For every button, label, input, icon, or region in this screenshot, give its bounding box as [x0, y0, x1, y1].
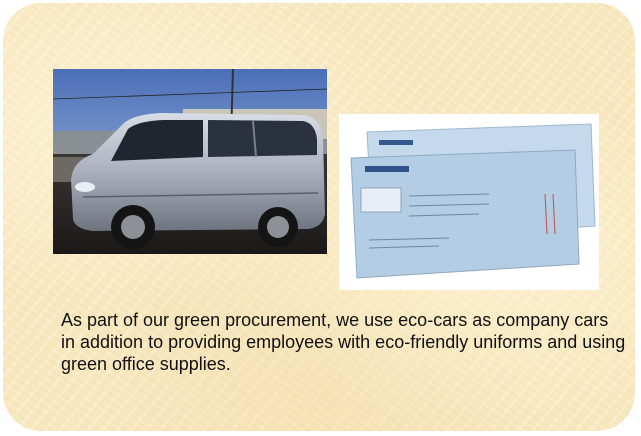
green-procurement-caption: As part of our green procurement, we use…: [61, 310, 626, 374]
content-panel: As part of our green procurement, we use…: [3, 3, 635, 431]
eco-envelopes-photo: [339, 114, 599, 290]
eco-car-photo: [53, 69, 327, 254]
